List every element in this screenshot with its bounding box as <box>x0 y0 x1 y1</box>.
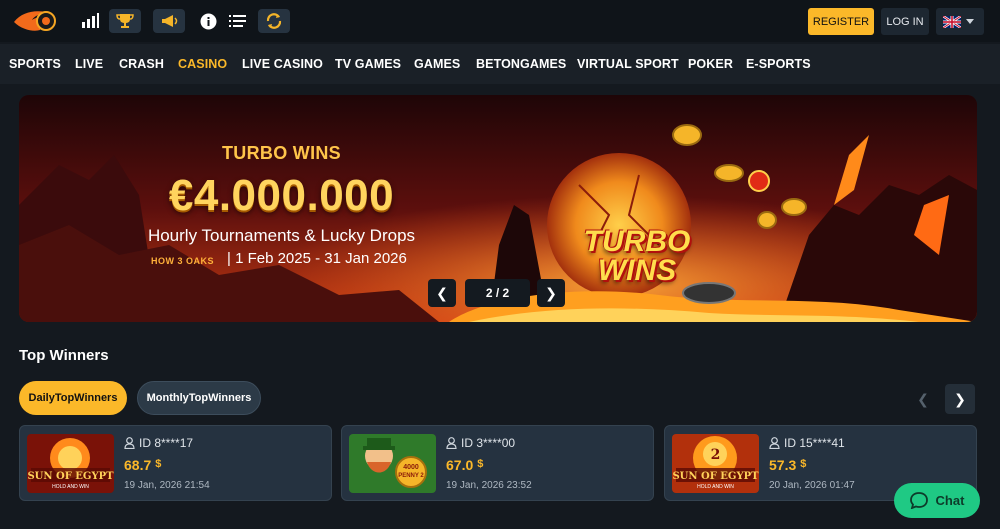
win-amount: 68.7 $ <box>124 457 162 473</box>
nav-item-poker[interactable]: POKER <box>688 57 733 71</box>
provider-logo: HOW 3 OAKS <box>151 256 215 266</box>
uk-flag-icon <box>943 16 961 28</box>
user-icon <box>769 437 780 449</box>
nav-item-casino[interactable]: CASINO <box>178 57 227 71</box>
winners-prev-button[interactable]: ❮ <box>908 384 938 414</box>
main-nav: SPORTS LIVE CRASH CASINO LIVE CASINO TV … <box>0 44 1000 84</box>
chat-button[interactable]: Chat <box>894 483 980 518</box>
game-thumbnail[interactable]: 2 SUN OF EGYPT HOLD AND WIN <box>672 434 759 493</box>
banner-next-button[interactable]: ❯ <box>537 279 565 307</box>
win-date: 19 Jan, 2026 21:54 <box>124 480 210 491</box>
nav-item-games[interactable]: GAMES <box>414 57 460 71</box>
tab-monthly-top-winners[interactable]: MonthlyTopWinners <box>137 381 261 415</box>
win-date: 19 Jan, 2026 23:52 <box>446 480 532 491</box>
win-date: 20 Jan, 2026 01:47 <box>769 480 855 491</box>
winner-card[interactable]: SUN OF EGYPT HOLD AND WIN ID 8****17 68.… <box>19 425 332 501</box>
chevron-left-icon: ❮ <box>917 390 929 407</box>
register-button[interactable]: REGISTER <box>808 8 874 35</box>
nav-item-live-casino[interactable]: LIVE CASINO <box>242 57 323 71</box>
nav-item-e-sports[interactable]: E-SPORTS <box>746 57 811 71</box>
game-thumbnail[interactable]: SUN OF EGYPT HOLD AND WIN <box>27 434 114 493</box>
user-icon <box>124 437 135 449</box>
banner-amount: €4.000.000 <box>168 171 395 220</box>
win-amount: 57.3 $ <box>769 457 807 473</box>
sun-of-egypt-thumbnail: SUN OF EGYPT HOLD AND WIN <box>27 434 114 493</box>
language-selector[interactable] <box>936 8 984 35</box>
winner-card[interactable]: 4000 PENNY 2 ID 3****00 67.0 $ 19 Jan, 20… <box>341 425 654 501</box>
nav-item-tv-games[interactable]: TV GAMES <box>335 57 401 71</box>
nav-item-crash[interactable]: CRASH <box>119 57 164 71</box>
winner-id: ID 15****41 <box>769 436 845 450</box>
banner-subtitle: Hourly Tournaments & Lucky Drops <box>147 226 416 245</box>
banner-prev-button[interactable]: ❮ <box>428 279 456 307</box>
chevron-right-icon: ❯ <box>954 390 966 407</box>
nav-item-virtual-sport[interactable]: VIRTUAL SPORT <box>577 57 679 71</box>
trophy-icon[interactable] <box>109 9 141 33</box>
chevron-right-icon: ❯ <box>545 284 557 301</box>
megaphone-icon[interactable] <box>153 9 185 33</box>
promo-banner[interactable]: TURBO WINS €4.000.000 Hourly Tournaments… <box>19 95 977 322</box>
chat-bubble-icon <box>909 492 928 509</box>
tab-daily-top-winners[interactable]: DailyTopWinners <box>19 381 127 415</box>
golden-penny-thumbnail: 4000 PENNY 2 <box>349 434 436 493</box>
top-bar: REGISTER LOG IN <box>0 0 1000 42</box>
nav-item-sports[interactable]: SPORTS <box>9 57 61 71</box>
game-logo: TURBO WINS <box>583 225 691 287</box>
banner-dates: | 1 Feb 2025 - 31 Jan 2026 <box>227 250 407 267</box>
user-icon <box>446 437 457 449</box>
nav-item-live[interactable]: LIVE <box>75 57 103 71</box>
svg-text:HOLD AND WIN: HOLD AND WIN <box>697 484 734 490</box>
svg-text:HOLD AND WIN: HOLD AND WIN <box>52 484 89 490</box>
sun-of-egypt-2-thumbnail: 2 SUN OF EGYPT HOLD AND WIN <box>672 434 759 493</box>
login-button[interactable]: LOG IN <box>881 8 929 35</box>
winners-next-button[interactable]: ❯ <box>945 384 975 414</box>
chevron-left-icon: ❮ <box>436 284 448 301</box>
nav-item-betongames[interactable]: BETONGAMES <box>476 57 566 71</box>
svg-text:SUN OF EGYPT: SUN OF EGYPT <box>672 471 759 482</box>
game-thumbnail[interactable]: 4000 PENNY 2 <box>349 434 436 493</box>
winner-id: ID 8****17 <box>124 436 193 450</box>
svg-text:2: 2 <box>711 447 721 463</box>
svg-text:SUN OF EGYPT: SUN OF EGYPT <box>27 471 114 482</box>
info-icon[interactable] <box>192 9 224 33</box>
list-icon[interactable] <box>222 9 254 33</box>
chevron-down-icon <box>966 19 974 24</box>
refresh-icon[interactable] <box>258 9 290 33</box>
banner-pager-count: 2 / 2 <box>465 279 530 307</box>
stats-icon[interactable] <box>74 9 106 33</box>
win-amount: 67.0 $ <box>446 457 484 473</box>
svg-text:PENNY 2: PENNY 2 <box>398 473 424 479</box>
banner-title: TURBO WINS <box>222 143 341 163</box>
top-winners-title: Top Winners <box>19 347 109 364</box>
svg-text:4000: 4000 <box>403 464 419 471</box>
site-logo[interactable] <box>12 6 62 36</box>
winner-id: ID 3****00 <box>446 436 515 450</box>
